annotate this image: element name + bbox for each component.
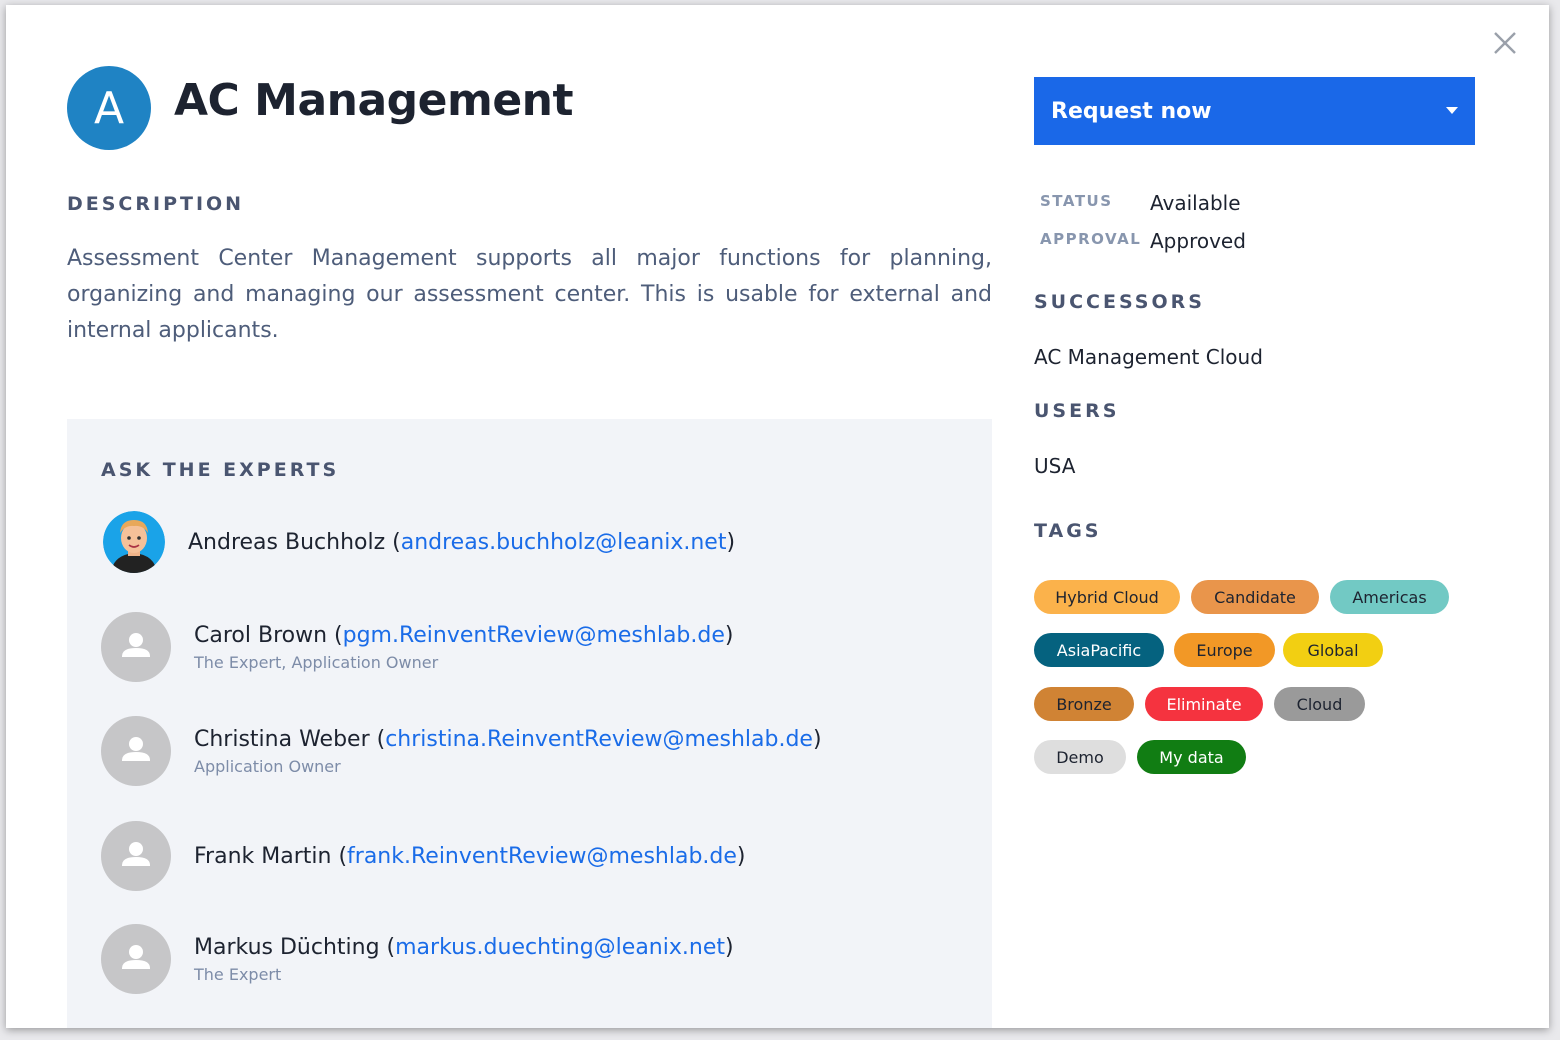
expert-contact: Carol Brown (pgm.ReinventReview@meshlab.… [194, 622, 734, 648]
expert-item: Andreas Buchholz (andreas.buchholz@leani… [101, 511, 735, 573]
expert-contact: Christina Weber (christina.ReinventRevie… [194, 726, 822, 752]
expert-item: Christina Weber (christina.ReinventRevie… [101, 716, 822, 786]
expert-email-link[interactable]: markus.duechting@leanix.net [395, 935, 725, 960]
expert-email-link[interactable]: pgm.ReinventReview@meshlab.de [343, 623, 725, 648]
expert-email-link[interactable]: frank.ReinventReview@meshlab.de [347, 844, 737, 869]
expert-email-link[interactable]: christina.ReinventReview@meshlab.de [385, 727, 813, 752]
application-detail-modal: A AC Management DESCRIPTION Assessment C… [6, 5, 1549, 1028]
expert-item: Frank Martin (frank.ReinventReview@meshl… [101, 821, 746, 891]
expert-email-link[interactable]: andreas.buchholz@leanix.net [401, 530, 727, 555]
expert-contact: Andreas Buchholz (andreas.buchholz@leani… [188, 529, 736, 555]
expert-role: The Expert, Application Owner [194, 652, 439, 672]
caret-down-icon[interactable] [1446, 107, 1458, 114]
tag-asiapacific[interactable]: AsiaPacific [1034, 633, 1164, 667]
tag-europe[interactable]: Europe [1174, 633, 1275, 667]
expert-item: Carol Brown (pgm.ReinventReview@meshlab.… [101, 612, 734, 682]
status-label: STATUS [1040, 192, 1113, 210]
tag-cloud[interactable]: Cloud [1274, 687, 1365, 721]
expert-role: Application Owner [194, 756, 341, 776]
tag-my-data[interactable]: My data [1137, 740, 1246, 774]
experts-heading: ASK THE EXPERTS [101, 459, 340, 481]
request-now-button[interactable]: Request now [1034, 77, 1475, 145]
approval-label: APPROVAL [1040, 230, 1142, 248]
expert-name: Carol Brown [194, 622, 328, 648]
tag-demo[interactable]: Demo [1034, 740, 1126, 774]
expert-role: The Expert [194, 964, 282, 984]
expert-contact: Markus Düchting (markus.duechting@leanix… [194, 934, 734, 960]
user-placeholder-icon [101, 716, 171, 786]
expert-item: Markus Düchting (markus.duechting@leanix… [101, 924, 734, 994]
description-text: Assessment Center Management supports al… [67, 246, 992, 343]
expert-photo-avatar [103, 511, 165, 573]
tag-eliminate[interactable]: Eliminate [1145, 687, 1263, 721]
experts-panel: ASK THE EXPERTS Andreas Buchholz (andrea… [67, 419, 992, 1028]
tag-americas[interactable]: Americas [1330, 580, 1449, 614]
tag-candidate[interactable]: Candidate [1191, 580, 1319, 614]
users-value: USA [1034, 454, 1076, 478]
tag-hybrid-cloud[interactable]: Hybrid Cloud [1034, 580, 1180, 614]
tags-heading: TAGS [1034, 520, 1102, 542]
app-avatar: A [67, 66, 151, 150]
successor-link[interactable]: AC Management Cloud [1034, 345, 1263, 369]
close-button[interactable] [1492, 30, 1518, 56]
request-now-label: Request now [1051, 98, 1212, 124]
description-heading: DESCRIPTION [67, 193, 245, 215]
expert-name: Andreas Buchholz [188, 529, 386, 555]
close-icon [1494, 32, 1516, 54]
expert-name: Frank Martin [194, 843, 332, 869]
user-placeholder-icon [101, 612, 171, 682]
expert-contact: Frank Martin (frank.ReinventReview@meshl… [194, 843, 746, 869]
user-placeholder-icon [101, 924, 171, 994]
tag-bronze[interactable]: Bronze [1034, 687, 1134, 721]
page-title: AC Management [174, 75, 574, 126]
status-value: Available [1150, 191, 1241, 215]
expert-name: Markus Düchting [194, 934, 380, 960]
approval-value: Approved [1150, 229, 1246, 253]
successors-heading: SUCCESSORS [1034, 291, 1205, 313]
users-heading: USERS [1034, 400, 1120, 422]
expert-name: Christina Weber [194, 726, 370, 752]
user-placeholder-icon [101, 821, 171, 891]
tag-global[interactable]: Global [1283, 633, 1383, 667]
